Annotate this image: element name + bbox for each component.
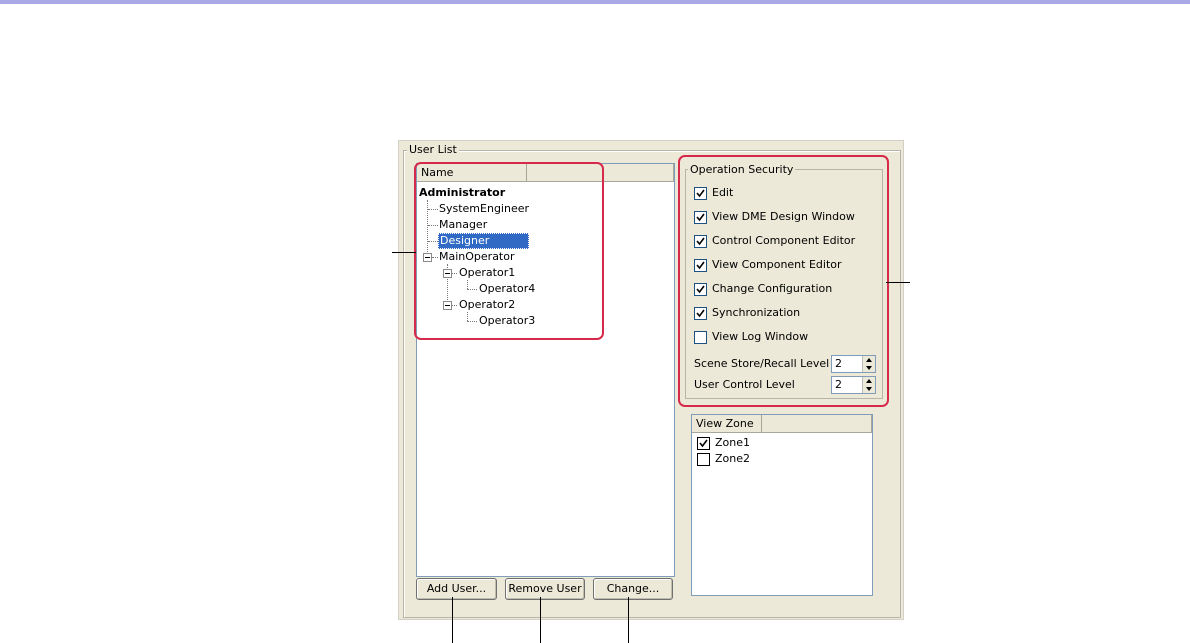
callout-line-tree — [392, 252, 416, 253]
empty-column-header — [762, 415, 872, 433]
callout-line-add-user — [452, 597, 453, 643]
view-zone-column-header[interactable]: View Zone — [692, 415, 762, 433]
view-zone-list[interactable]: View Zone Zone1 Zone2 — [691, 414, 873, 596]
callout-line-remove-user — [540, 597, 541, 643]
zone2-checkbox[interactable] — [697, 453, 710, 466]
zone2-label: Zone2 — [715, 452, 751, 465]
remove-user-button[interactable]: Remove User — [505, 578, 585, 600]
top-accent-bar — [0, 0, 1190, 4]
user-tree-highlight — [414, 162, 604, 340]
zone1-checkbox[interactable] — [697, 437, 710, 450]
callout-line-security — [886, 282, 910, 283]
add-user-button[interactable]: Add User... — [416, 578, 497, 600]
change-button[interactable]: Change... — [593, 578, 673, 600]
operation-security-highlight — [678, 155, 889, 407]
zone1-label: Zone1 — [715, 436, 751, 449]
callout-line-change — [628, 597, 629, 643]
user-list-legend: User List — [407, 143, 459, 156]
